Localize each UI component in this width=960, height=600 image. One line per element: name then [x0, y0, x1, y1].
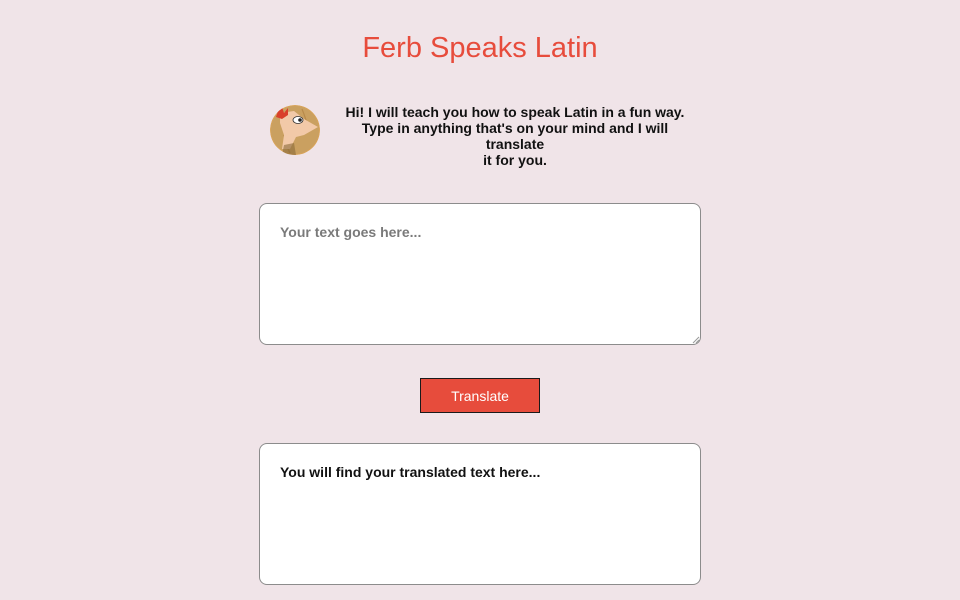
text-input-area[interactable] [259, 203, 701, 345]
intro-line: Hi! I will teach you how to speak Latin … [345, 104, 685, 120]
app-page: Ferb Speaks Latin Hi! I will teach you h… [0, 0, 960, 600]
ferb-avatar-icon [270, 105, 320, 155]
translate-button[interactable]: Translate [420, 378, 540, 413]
intro-line: Type in anything that's on your mind and… [361, 120, 669, 152]
page-title: Ferb Speaks Latin [362, 32, 598, 64]
intro-section: Hi! I will teach you how to speak Latin … [268, 104, 698, 168]
intro-message: Hi! I will teach you how to speak Latin … [338, 104, 692, 168]
resize-grip-icon[interactable] [692, 336, 700, 344]
translation-output: You will find your translated text here.… [259, 443, 701, 585]
intro-line: it for you. [483, 152, 547, 168]
